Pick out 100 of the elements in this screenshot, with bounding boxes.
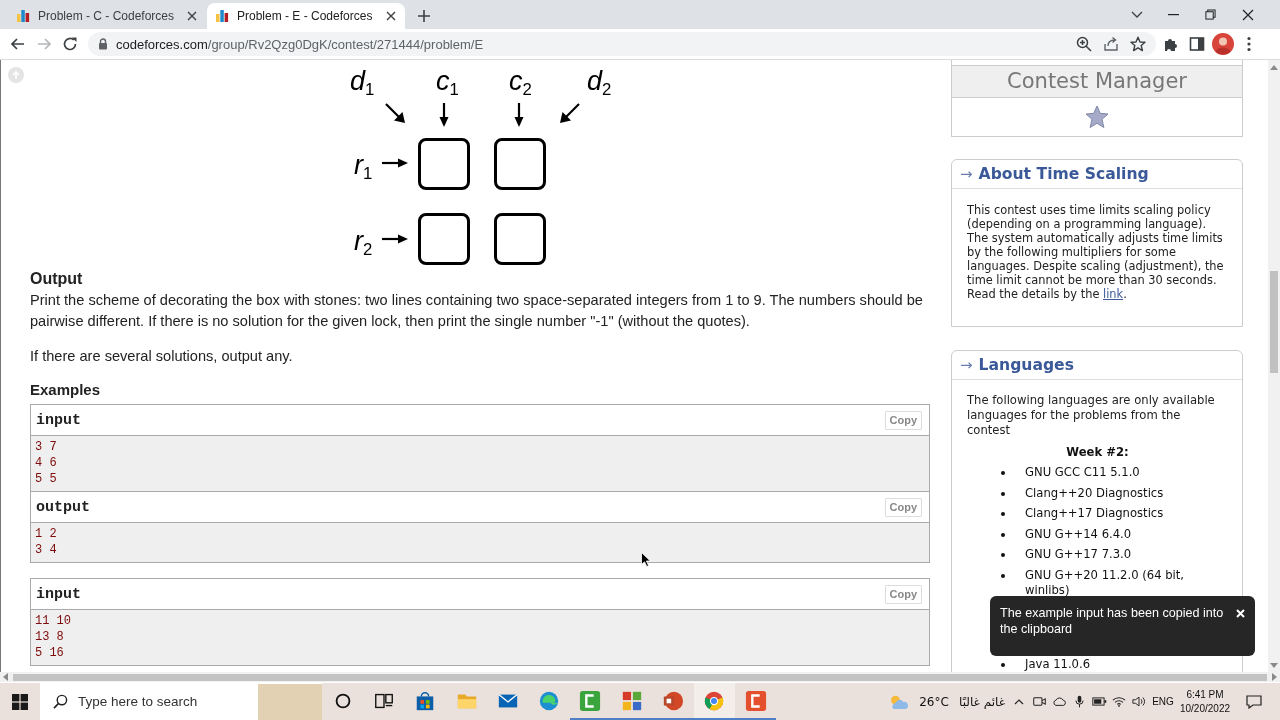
group-heading: Week #2:	[1065, 444, 1130, 460]
code-line: 13 8	[35, 629, 65, 645]
rounded-square	[494, 213, 546, 265]
speaker-icon[interactable]	[1132, 696, 1146, 707]
camera-icon[interactable]	[1032, 696, 1046, 707]
arrow	[439, 103, 449, 127]
list-item: GNU GCC C11 5.1.0	[1025, 465, 1140, 480]
temperature-label[interactable]: 26°C	[919, 694, 949, 709]
close-icon[interactable]	[386, 11, 396, 21]
column-label: c$_{1}$	[436, 66, 459, 101]
section-heading: Output	[30, 270, 84, 288]
battery-icon[interactable]	[1091, 697, 1107, 706]
zoom-in-icon[interactable]	[1076, 36, 1092, 52]
chevron-up-icon[interactable]	[1014, 698, 1024, 705]
address-bar[interactable]: codeforces.com/group/Rv2Qzg0DgK/contest/271444/problem/E	[88, 32, 1156, 56]
code-line: 5 5	[35, 471, 58, 487]
clock[interactable]: 6:41 PM 10/20/2022	[1177, 683, 1233, 720]
notification-icon[interactable]	[1246, 694, 1262, 709]
side-panel-icon[interactable]	[1189, 36, 1205, 52]
arrow	[382, 158, 408, 168]
code-line: 11 10	[35, 613, 72, 629]
reload-icon[interactable]	[62, 36, 78, 52]
column-label: c$_{2}$	[509, 66, 532, 101]
search-bar[interactable]: Type here to search	[40, 683, 322, 720]
bullet-icon	[1001, 512, 1005, 516]
minimize-icon[interactable]	[1168, 13, 1179, 16]
menu-icon[interactable]	[1247, 36, 1251, 52]
new-tab-icon[interactable]	[417, 9, 431, 23]
browser-tab[interactable]: Problem - E - Codeforces	[207, 3, 405, 29]
bullet-icon	[1001, 491, 1005, 496]
bullet-icon	[1001, 553, 1005, 557]
paragraph: If there are several solutions, output any.	[30, 347, 294, 366]
arrow	[385, 103, 405, 123]
arrow-glyph: →	[960, 356, 973, 374]
scrollbar-thumb[interactable]	[1270, 271, 1278, 373]
code-line: 3 4	[35, 542, 58, 558]
date-label: 10/20/2022	[1179, 701, 1231, 716]
microphone-icon[interactable]	[1074, 695, 1084, 708]
back-arrow-icon[interactable]	[10, 36, 26, 52]
code-line: 3 7	[35, 439, 58, 455]
close-icon[interactable]	[187, 11, 197, 21]
star-outline-icon[interactable]	[1130, 36, 1146, 52]
block-title: input	[36, 585, 81, 603]
scrollbar[interactable]	[0, 672, 1280, 682]
window-logo-icon[interactable]	[12, 693, 28, 710]
scrollbar-thumb[interactable]	[13, 673, 1267, 681]
list-item: Clang++17 Diagnostics	[1025, 506, 1164, 521]
list-item: GNU G++20 11.2.0 (64 bit, winlibs)	[1025, 567, 1185, 598]
copy-button[interactable]: Copy	[884, 410, 922, 430]
arrow	[382, 234, 408, 244]
arrow	[560, 103, 580, 123]
row-label: r$_{2}$	[354, 226, 373, 261]
scroll-right-icon[interactable]	[1272, 673, 1277, 681]
list-item: GNU G++14 6.4.0	[1025, 526, 1132, 542]
time-label: 6:41 PM	[1186, 687, 1224, 702]
chevron-down-icon[interactable]	[1130, 10, 1143, 19]
share-icon[interactable]	[1103, 36, 1119, 52]
bullet-icon	[1001, 663, 1005, 667]
browser-tab[interactable]: Problem - C - Codeforces	[8, 3, 206, 29]
bullet-icon	[1001, 532, 1005, 537]
box-title: Languages	[978, 356, 1074, 374]
cloud-icon[interactable]	[1051, 697, 1067, 706]
weather-label[interactable]: غائم غالبًا	[959, 694, 1005, 709]
copy-button[interactable]: Copy	[884, 584, 922, 604]
block-title: input	[36, 411, 81, 429]
wifi-icon[interactable]	[1112, 696, 1126, 707]
list-item: GNU G++17 7.3.0	[1025, 547, 1132, 562]
arrow-glyph: →	[960, 165, 973, 183]
bar-chart-icon	[215, 9, 229, 23]
rounded-square	[418, 213, 470, 265]
picture-placeholder	[258, 683, 322, 720]
scroll-left-icon[interactable]	[3, 673, 8, 681]
rounded-square	[494, 138, 546, 190]
scrollbar[interactable]	[1268, 60, 1280, 672]
avatar-icon[interactable]	[1212, 33, 1234, 55]
column-label: d$_{1}$	[350, 66, 375, 101]
language-indicator[interactable]: ENG	[1152, 696, 1174, 707]
search-field[interactable]: Type here to search	[78, 694, 228, 709]
code-line: 4 6	[35, 455, 58, 471]
restore-icon[interactable]	[1205, 9, 1216, 20]
code-line: 5 16	[35, 645, 65, 661]
lock-icon	[98, 38, 108, 50]
close-icon[interactable]	[1241, 8, 1254, 21]
copy-button[interactable]: Copy	[884, 497, 922, 517]
scroll-down-icon[interactable]	[1270, 663, 1278, 668]
code-line: 1 2	[35, 526, 58, 542]
star-icon	[1085, 105, 1109, 129]
paragraph: The following languages are only available languages for the problems from the contest	[967, 393, 1216, 438]
bullet-icon	[1001, 471, 1005, 475]
bar-chart-icon	[16, 9, 30, 23]
swirl-logo-icon	[538, 689, 561, 712]
bracket-tile-icon	[744, 689, 767, 712]
puzzle-piece-icon[interactable]	[1163, 36, 1179, 52]
search-icon	[53, 694, 68, 709]
scroll-up-icon[interactable]	[1270, 65, 1278, 70]
bullet-icon	[1001, 573, 1005, 578]
list-item: Clang++20 Diagnostics	[1025, 485, 1164, 501]
box-title: Contest Manager	[952, 65, 1242, 98]
box-title: About Time Scaling	[978, 165, 1149, 183]
paragraph: This contest uses time limits scaling policy (depending on a programming language). The system automatically adjusts time limits by the following multipliers for some languages. Despite scaling (adjustment), the time limit cannot be more than 30 seconds. Read the details by the link.	[967, 203, 1225, 301]
